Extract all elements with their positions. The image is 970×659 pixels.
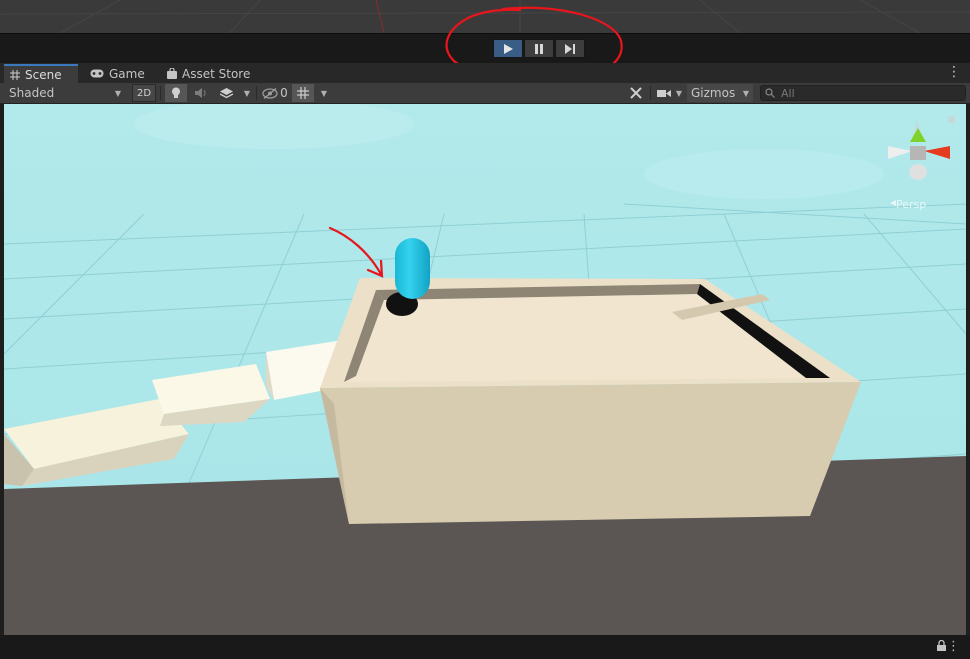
toolbar-divider: [650, 86, 651, 100]
tools-icon: [630, 87, 642, 99]
lock-icon[interactable]: [937, 639, 946, 654]
camera-dropdown[interactable]: ▼: [673, 84, 685, 102]
tab-label: Scene: [25, 67, 62, 82]
player-capsule[interactable]: [395, 238, 430, 299]
eye-slash-icon: [262, 87, 278, 99]
shopping-bag-icon: [167, 68, 177, 79]
status-menu-kebab-icon[interactable]: ⋮: [947, 639, 960, 654]
layers-icon: [219, 87, 233, 98]
lock-icon: [948, 116, 955, 123]
lightbulb-icon: [172, 87, 180, 98]
grid-icon: [297, 87, 309, 99]
play-button[interactable]: [493, 39, 523, 58]
scene-search-input[interactable]: All: [760, 85, 966, 101]
step-button[interactable]: [555, 39, 585, 58]
window-tab-bar: Scene Game Asset Store ⋮: [0, 63, 970, 83]
camera-icon: [657, 89, 671, 97]
search-placeholder: All: [781, 86, 795, 100]
gizmos-label: Gizmos: [691, 86, 736, 100]
play-controls: [493, 39, 585, 58]
grid-dropdown[interactable]: ▼: [316, 84, 332, 102]
tools-button[interactable]: [625, 84, 647, 102]
grid-icon: [10, 69, 20, 80]
draw-mode-label: Shaded: [9, 86, 55, 100]
pause-icon: [535, 43, 543, 54]
speaker-icon: [195, 88, 206, 98]
lighting-toggle-button[interactable]: [165, 84, 187, 102]
camera-button[interactable]: [653, 84, 675, 102]
upper-viewport-strip: [0, 0, 970, 33]
search-icon: [765, 88, 775, 98]
audio-toggle-button[interactable]: [190, 84, 212, 102]
tab-scene[interactable]: Scene: [4, 64, 78, 83]
play-mode-bar: [0, 6, 970, 81]
draw-mode-dropdown[interactable]: Shaded ▼: [4, 84, 126, 102]
step-icon: [564, 43, 575, 54]
toolbar-divider: [160, 86, 161, 100]
upper-grid: [0, 0, 970, 33]
scene-render: Persp: [4, 104, 966, 635]
chevron-down-icon: ▼: [675, 88, 683, 98]
hidden-count: 0: [280, 86, 288, 100]
chevron-down-icon: ▼: [243, 88, 251, 98]
effects-toggle-button[interactable]: [215, 84, 237, 102]
toolbar-divider: [256, 86, 257, 100]
toggle-2d-button[interactable]: 2D: [132, 84, 156, 102]
status-bar: ⋮: [0, 635, 970, 659]
scene-viewport[interactable]: Persp: [4, 104, 966, 635]
effects-dropdown[interactable]: ▼: [240, 84, 254, 102]
gamepad-icon: [90, 69, 104, 78]
gizmos-dropdown[interactable]: Gizmos ▼: [687, 84, 753, 102]
pause-button[interactable]: [524, 39, 554, 58]
tab-label: Game: [109, 66, 145, 81]
chevron-down-icon: ▼: [114, 88, 121, 98]
chevron-down-icon: ▼: [742, 88, 749, 98]
play-icon: [504, 43, 513, 54]
grid-toggle-button[interactable]: [292, 84, 314, 102]
tab-label: Asset Store: [182, 66, 251, 81]
persp-label[interactable]: Persp: [896, 198, 926, 211]
tab-game[interactable]: Game: [84, 64, 151, 83]
hidden-objects-toggle[interactable]: 0: [260, 84, 290, 102]
tab-menu-kebab-icon[interactable]: ⋮: [947, 65, 961, 79]
tab-asset-store[interactable]: Asset Store: [161, 64, 256, 83]
scene-toolbar: Shaded ▼ 2D ▼ 0 ▼ ▼ Gizmos ▼ All: [0, 83, 970, 104]
chevron-down-icon: ▼: [320, 88, 328, 98]
toggle-2d-label: 2D: [136, 87, 152, 99]
